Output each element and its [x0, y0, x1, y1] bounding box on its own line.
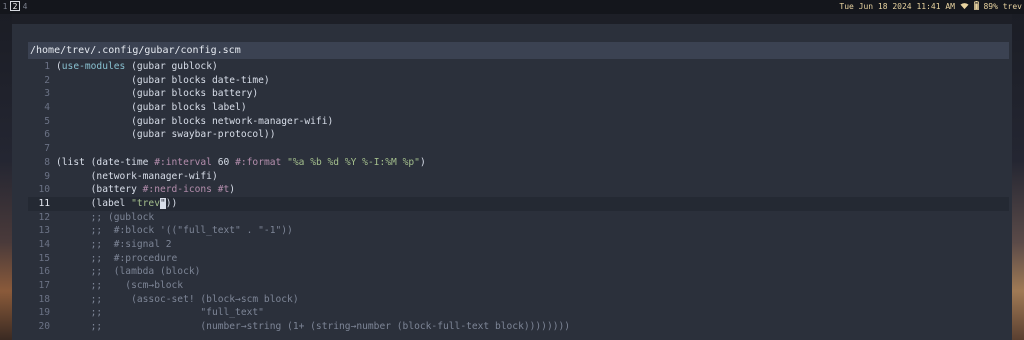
code-text[interactable]: (gubar blocks battery)	[56, 88, 258, 99]
code-line[interactable]: 4 (gubar blocks label)	[28, 101, 1009, 115]
code-text[interactable]: (gubar swaybar-protocol))	[56, 129, 275, 140]
code-line[interactable]: 8 (list (date-time #:interval 60 #:format…	[28, 156, 1009, 170]
code-text[interactable]: (gubar blocks network-manager-wifi)	[56, 116, 333, 127]
code-text[interactable]: (label "trev"))	[56, 197, 177, 209]
wallpaper-right	[1012, 14, 1024, 340]
code-text[interactable]: (use-modules (gubar gublock)	[56, 61, 218, 72]
code-line[interactable]: 10 (battery #:nerd-icons #t)	[28, 183, 1009, 197]
code-line[interactable]: 1 (use-modules (gubar gublock)	[28, 60, 1009, 74]
code-line[interactable]: 6 (gubar swaybar-protocol))	[28, 128, 1009, 142]
status-bar: 124 Tue Jun 18 2024 11:41 AM 89% trev	[0, 0, 1024, 14]
code-text[interactable]: (gubar blocks date-time)	[56, 75, 270, 86]
line-number: 20	[38, 321, 50, 333]
line-number: 13	[38, 225, 50, 237]
line-number: 3	[44, 88, 50, 100]
line-number: 15	[38, 252, 50, 264]
line-number: 6	[44, 129, 50, 141]
workspace-2[interactable]: 2	[10, 1, 20, 11]
editor-window[interactable]: /home/trev/.config/gubar/config.scm 1 (us…	[12, 24, 1012, 340]
code-text[interactable]: ;; (assoc-set! (block→scm block)	[56, 294, 299, 305]
code-line[interactable]: 20 ;; (number→string (1+ (string→number …	[28, 320, 1009, 334]
code-line[interactable]: 19 ;; "full_text"	[28, 306, 1009, 320]
username: trev	[1002, 2, 1022, 11]
code-line[interactable]: 11 (label "trev"))	[28, 196, 1009, 211]
workspace-4[interactable]: 4	[20, 0, 30, 14]
code-text[interactable]: ;; "full_text"	[56, 307, 264, 318]
code-line[interactable]: 2 (gubar blocks date-time)	[28, 74, 1009, 88]
line-number: 19	[38, 307, 50, 319]
wallpaper-left	[0, 14, 12, 340]
code-text[interactable]: ;; #:procedure	[56, 253, 178, 264]
code-line[interactable]: 15 ;; #:procedure	[28, 252, 1009, 266]
workspace-switcher: 124	[0, 0, 30, 14]
code-text[interactable]: (list (date-time #:interval 60 #:format …	[56, 157, 426, 168]
line-number: 10	[38, 184, 50, 196]
line-number: 1	[44, 61, 50, 72]
code-text[interactable]: (gubar blocks label)	[56, 102, 247, 113]
code-line[interactable]: 9 (network-manager-wifi)	[28, 170, 1009, 184]
line-number: 7	[44, 143, 50, 155]
code-line[interactable]: 5 (gubar blocks network-manager-wifi)	[28, 115, 1009, 129]
code-text[interactable]: ;; #:signal 2	[56, 239, 172, 250]
code-line[interactable]: 16 ;; (lambda (block)	[28, 265, 1009, 279]
line-number: 2	[44, 74, 50, 86]
battery-percent: 89%	[983, 2, 998, 11]
file-path: /home/trev/.config/gubar/config.scm	[28, 42, 1009, 59]
code-line[interactable]: 18 ;; (assoc-set! (block→scm block)	[28, 293, 1009, 307]
line-number: 8	[44, 156, 50, 168]
battery-icon	[973, 1, 984, 11]
line-number: 17	[38, 280, 50, 291]
code-line[interactable]: 14 ;; #:signal 2	[28, 238, 1009, 252]
line-number: 5	[44, 115, 50, 127]
line-number: 16	[38, 266, 50, 278]
wifi-icon	[960, 2, 974, 11]
code-text[interactable]: (network-manager-wifi)	[56, 171, 218, 182]
code-text[interactable]: (battery #:nerd-icons #t)	[56, 184, 235, 195]
line-number: 11	[38, 197, 50, 209]
workspace-1[interactable]: 1	[0, 0, 10, 14]
code-line[interactable]: 13 ;; #:block '(("full_text" . "-1"))	[28, 224, 1009, 238]
line-number: 9	[44, 170, 50, 182]
line-number: 18	[38, 293, 50, 305]
code-line[interactable]: 3 (gubar blocks battery)	[28, 87, 1009, 101]
code-text[interactable]: ;; #:block '(("full_text" . "-1"))	[56, 225, 293, 236]
code-area[interactable]: 1 (use-modules (gubar gublock) 2 (gubar bl…	[28, 60, 1009, 334]
code-text[interactable]: ;; (lambda (block)	[56, 266, 201, 277]
code-text[interactable]: ;; (gublock	[56, 212, 155, 223]
code-line[interactable]: 12 ;; (gublock	[28, 211, 1009, 225]
line-number: 4	[44, 102, 50, 114]
datetime: Tue Jun 18 2024 11:41 AM	[839, 2, 955, 11]
line-number: 14	[38, 238, 50, 250]
code-line[interactable]: 7	[28, 142, 1009, 156]
status-area: Tue Jun 18 2024 11:41 AM 89% trev	[839, 0, 1022, 14]
code-text[interactable]: ;; (scm→block	[56, 280, 183, 291]
line-number: 12	[38, 211, 50, 223]
code-text[interactable]: ;; (number→string (1+ (string→number (bl…	[56, 321, 570, 332]
code-line[interactable]: 17 ;; (scm→block	[28, 279, 1009, 293]
